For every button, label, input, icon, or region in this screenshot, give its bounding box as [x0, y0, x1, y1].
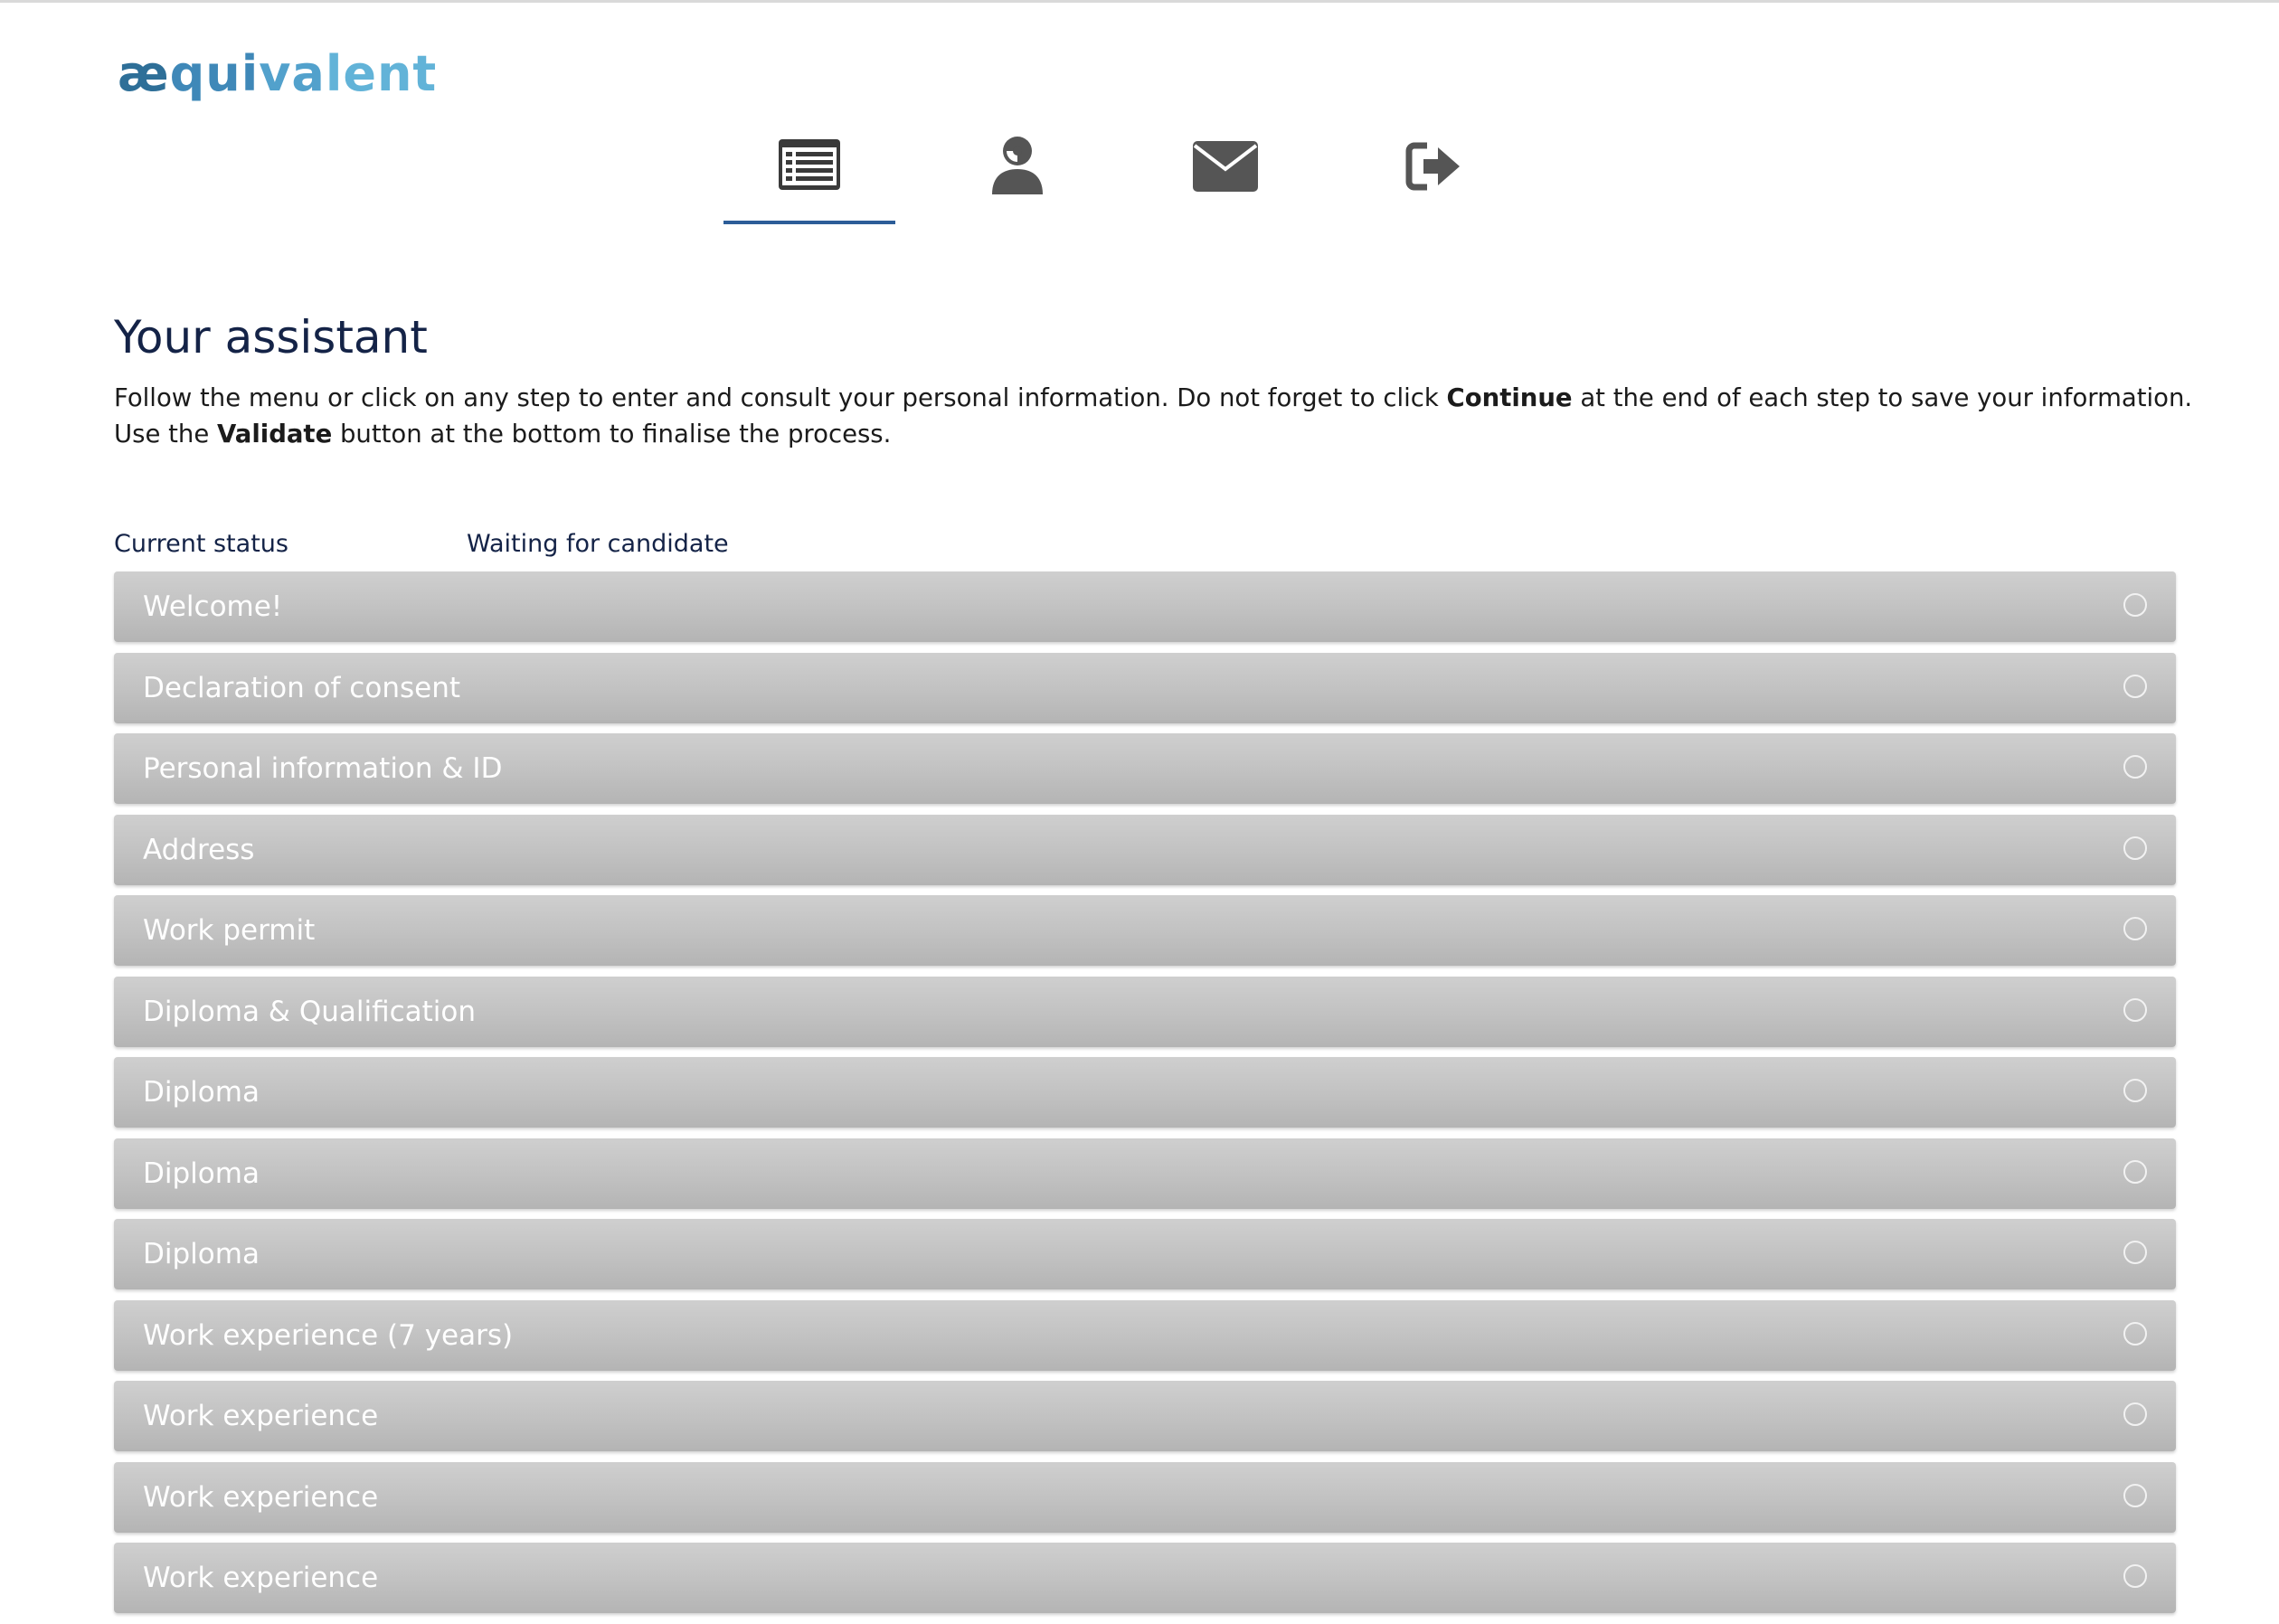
step-status-circle-icon [2123, 1241, 2147, 1264]
step-label: Work experience [143, 1480, 379, 1514]
step-work-experience-3[interactable]: Work experience [114, 1543, 2176, 1613]
tab-profile[interactable] [931, 118, 1103, 224]
step-work-experience-1[interactable]: Work experience [114, 1381, 2176, 1451]
tab-messages[interactable] [1140, 118, 1311, 224]
logo-ae: æ [118, 45, 170, 102]
user-icon [992, 137, 1043, 194]
page-title: Your assistant [114, 311, 428, 364]
step-label: Welcome! [143, 590, 283, 623]
step-work-experience-summary[interactable]: Work experience (7 years) [114, 1299, 2176, 1371]
step-diploma-3[interactable]: Diploma [114, 1219, 2176, 1289]
step-status-circle-icon [2123, 674, 2147, 698]
envelope-icon [1193, 141, 1258, 192]
logo-qui: qui [169, 45, 260, 102]
step-status-circle-icon [2123, 1564, 2147, 1588]
intro-validate-keyword: Validate [217, 420, 333, 448]
tab-assistant[interactable] [723, 118, 895, 224]
intro-part-3: button at the bottom to finalise the pro… [332, 420, 892, 448]
step-label: Diploma & Qualification [143, 995, 477, 1028]
top-border [0, 0, 2279, 3]
step-declaration-of-consent[interactable]: Declaration of consent [114, 652, 2176, 723]
brand-logo[interactable]: æquivalent [118, 38, 437, 110]
step-label: Personal information & ID [143, 752, 503, 785]
step-label: Declaration of consent [143, 671, 460, 704]
step-welcome[interactable]: Welcome! [114, 571, 2176, 642]
intro-text: Follow the menu or click on any step to … [114, 380, 2194, 452]
step-status-circle-icon [2123, 1483, 2147, 1507]
step-status-circle-icon [2123, 1159, 2147, 1184]
steps-list: Welcome! Declaration of consent Personal… [114, 571, 2176, 1624]
step-work-experience-2[interactable]: Work experience [114, 1461, 2176, 1533]
main-nav [723, 118, 1592, 226]
step-diploma-qualification[interactable]: Diploma & Qualification [114, 976, 2176, 1047]
step-status-circle-icon [2123, 593, 2147, 617]
tab-logout[interactable] [1348, 118, 1519, 224]
step-work-permit[interactable]: Work permit [114, 895, 2176, 966]
step-label: Work experience (7 years) [143, 1318, 514, 1352]
step-personal-information[interactable]: Personal information & ID [114, 733, 2176, 804]
step-status-circle-icon [2123, 1321, 2147, 1345]
step-label: Work permit [143, 914, 316, 947]
step-label: Diploma [143, 1238, 260, 1270]
step-status-circle-icon [2123, 1079, 2147, 1102]
step-diploma-2[interactable]: Diploma [114, 1138, 2176, 1209]
step-status-circle-icon [2123, 997, 2147, 1022]
step-label: Address [143, 833, 255, 866]
sign-out-icon [1405, 142, 1460, 191]
status-value: Waiting for candidate [467, 530, 729, 558]
step-status-circle-icon [2123, 836, 2147, 860]
list-icon [779, 139, 840, 190]
step-status-circle-icon [2123, 917, 2147, 940]
step-address[interactable]: Address [114, 814, 2176, 885]
step-diploma-1[interactable]: Diploma [114, 1057, 2176, 1128]
step-label: Diploma [143, 1157, 260, 1190]
intro-part-1: Follow the menu or click on any step to … [114, 383, 1447, 412]
step-label: Work experience [143, 1400, 379, 1432]
intro-continue-keyword: Continue [1446, 383, 1573, 412]
step-label: Diploma [143, 1076, 260, 1109]
step-status-circle-icon [2123, 755, 2147, 779]
step-status-circle-icon [2123, 1402, 2147, 1426]
logo-lent: lent [325, 45, 438, 102]
step-label: Work experience [143, 1562, 379, 1594]
logo-va: va [259, 45, 326, 102]
status-label: Current status [114, 530, 288, 558]
